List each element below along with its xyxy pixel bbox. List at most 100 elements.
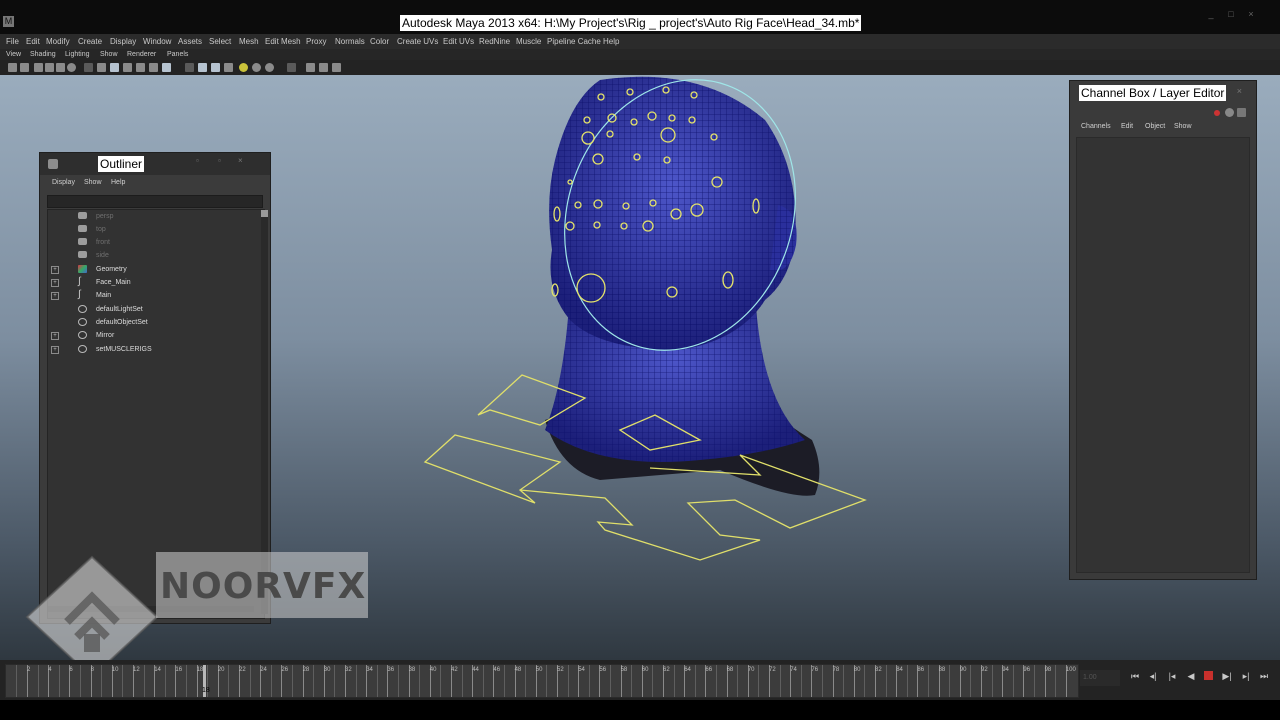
step-back-icon[interactable]: ◂| (1146, 669, 1160, 683)
outliner-item-setmusclerigs[interactable]: + setMUSCLERIGS (48, 343, 248, 356)
xray-icon[interactable] (252, 63, 261, 72)
bookmark-icon[interactable] (34, 63, 43, 72)
outliner-minimize-icon[interactable]: ▫ (196, 157, 205, 165)
skip-start-icon[interactable]: ⏮ (1128, 669, 1142, 683)
channel-box-body[interactable] (1076, 137, 1250, 573)
outliner-title: Outliner (98, 156, 145, 172)
outliner-close-icon[interactable]: × (238, 157, 247, 165)
menu-edit-uvs[interactable]: Edit UVs (443, 36, 474, 47)
menu-assets[interactable]: Assets (178, 36, 202, 47)
gate-mask-icon[interactable] (97, 63, 106, 72)
grid-icon[interactable] (56, 63, 65, 72)
play-forward-icon[interactable]: ▶| (1220, 669, 1234, 683)
outliner-item-top[interactable]: top (48, 223, 248, 236)
outliner-item-side[interactable]: side (48, 249, 248, 262)
stop-icon[interactable] (1204, 671, 1213, 680)
textured-icon[interactable] (198, 63, 207, 72)
outliner-item-defaultlightset[interactable]: defaultLightSet (48, 303, 248, 316)
pin-icon[interactable] (1237, 108, 1246, 117)
motion-blur-icon[interactable] (319, 63, 328, 72)
outliner-menu-show[interactable]: Show (84, 179, 102, 186)
outliner-item-defaultobjectset[interactable]: defaultObjectSet (48, 316, 248, 329)
safe-title-icon[interactable] (136, 63, 145, 72)
outliner-item-mirror[interactable]: + Mirror (48, 329, 248, 342)
outliner-item-geometry[interactable]: + Geometry (48, 263, 248, 276)
menu-proxy[interactable]: Proxy (306, 36, 326, 47)
menu-color[interactable]: Color (370, 36, 389, 47)
step-key-back-icon[interactable]: |◂ (1165, 669, 1179, 683)
expand-icon[interactable]: + (51, 292, 59, 300)
menu-muscle[interactable]: Muscle (516, 36, 541, 47)
menu-create-uvs[interactable]: Create UVs (397, 36, 438, 47)
isolate-select-icon[interactable] (287, 63, 296, 72)
menu-window[interactable]: Window (143, 36, 171, 47)
minimize-icon[interactable]: _ (1206, 10, 1216, 19)
channel-box-close-icon[interactable]: × (1237, 86, 1242, 96)
maya-app-icon[interactable]: M (3, 16, 14, 27)
channel-box-menu-show[interactable]: Show (1174, 123, 1192, 130)
manipulator-icon[interactable] (1225, 108, 1234, 117)
menu-edit-mesh[interactable]: Edit Mesh (265, 36, 301, 47)
select-camera-icon[interactable] (8, 63, 17, 72)
skip-end-icon[interactable]: ⏭ (1257, 669, 1271, 683)
expand-icon[interactable]: + (51, 266, 59, 274)
resolution-gate-icon[interactable] (84, 63, 93, 72)
field-chart-icon[interactable] (110, 63, 119, 72)
panel-menu-shading[interactable]: Shading (30, 49, 56, 60)
safe-action-icon[interactable] (123, 63, 132, 72)
anti-alias-icon[interactable] (332, 63, 341, 72)
outliner-title-bar[interactable]: Outliner ▫ ▫ × (40, 153, 270, 175)
outliner-menu-help[interactable]: Help (111, 179, 125, 186)
menu-create[interactable]: Create (78, 36, 102, 47)
panel-menu-show[interactable]: Show (100, 49, 118, 60)
menu-redine[interactable]: RedNine (479, 36, 510, 47)
close-icon[interactable]: × (1246, 10, 1256, 19)
range-start-field[interactable]: 1.00 (1080, 670, 1120, 686)
film-gate-icon[interactable] (67, 63, 76, 72)
panel-menu-renderer[interactable]: Renderer (127, 49, 156, 60)
menu-edit[interactable]: Edit (26, 36, 40, 47)
key-icon[interactable] (1214, 110, 1220, 116)
maximize-icon[interactable]: □ (1226, 10, 1236, 19)
panel-menu-lighting[interactable]: Lighting (65, 49, 90, 60)
expand-icon[interactable]: + (51, 346, 59, 354)
outliner-item-persp[interactable]: persp (48, 210, 248, 223)
timeline-tick-label: 32 (345, 667, 352, 673)
panel-menu-panels[interactable]: Panels (167, 49, 188, 60)
menu-pipeline-cache[interactable]: Pipeline Cache (547, 36, 601, 47)
channel-box-menu-channels[interactable]: Channels (1081, 123, 1111, 130)
wireframe-on-shaded-icon[interactable] (185, 63, 194, 72)
outliner-filter-field[interactable] (47, 195, 263, 208)
xray-joints-icon[interactable] (265, 63, 274, 72)
outliner-item-label: Geometry (96, 266, 127, 273)
timeline-ruler[interactable]: 2 4 6 8 10 12 14 16 18 20 22 24 26 28 30 32 34 36 38 40 42 44… (5, 664, 1079, 698)
outliner-item-front[interactable]: front (48, 236, 248, 249)
channel-box-menu-edit[interactable]: Edit (1121, 123, 1133, 130)
outliner-item-face-main[interactable]: + ∫ Face_Main (48, 276, 248, 289)
play-back-icon[interactable]: ◀ (1184, 669, 1198, 683)
ssao-icon[interactable] (306, 63, 315, 72)
menu-modify[interactable]: Modify (46, 36, 70, 47)
channel-box-menu-object[interactable]: Object (1145, 123, 1165, 130)
outliner-maximize-icon[interactable]: ▫ (218, 157, 227, 165)
expand-icon[interactable]: + (51, 279, 59, 287)
scroll-up-icon[interactable] (261, 210, 268, 217)
image-plane-icon[interactable] (45, 63, 54, 72)
high-quality-icon[interactable] (239, 63, 248, 72)
menu-mesh[interactable]: Mesh (239, 36, 259, 47)
panel-menu-view[interactable]: View (6, 49, 21, 60)
menu-file[interactable]: File (6, 36, 19, 47)
menu-help[interactable]: Help (603, 36, 619, 47)
use-lights-icon[interactable] (211, 63, 220, 72)
camera-attributes-icon[interactable] (20, 63, 29, 72)
smooth-shade-icon[interactable] (162, 63, 171, 72)
step-forward-icon[interactable]: ▸| (1239, 669, 1253, 683)
outliner-item-main[interactable]: + ∫ Main (48, 289, 248, 302)
menu-normals[interactable]: Normals (335, 36, 365, 47)
menu-select[interactable]: Select (209, 36, 231, 47)
outliner-menu-display[interactable]: Display (52, 179, 75, 186)
expand-icon[interactable]: + (51, 332, 59, 340)
shadows-icon[interactable] (224, 63, 233, 72)
menu-display[interactable]: Display (110, 36, 136, 47)
wireframe-icon[interactable] (149, 63, 158, 72)
